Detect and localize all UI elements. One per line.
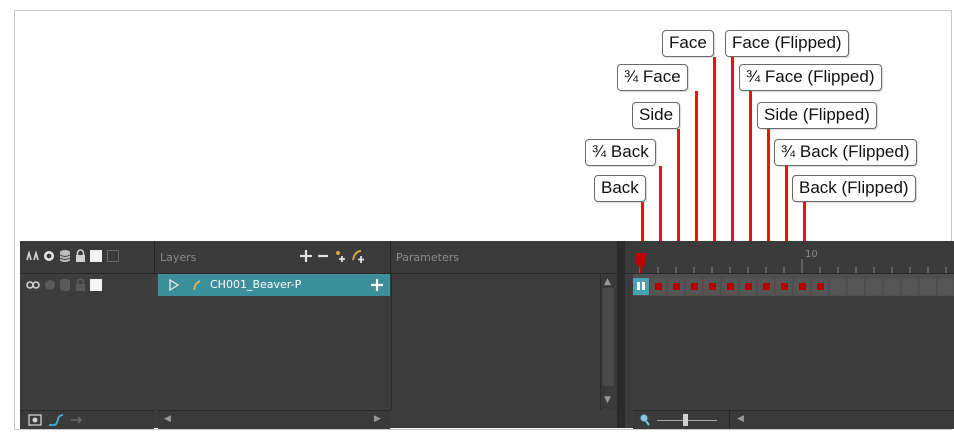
keyframe-2 <box>655 283 662 290</box>
timeline-header: Layers Parameters 10 <box>20 241 954 428</box>
timeline-view: Layers Parameters 10 CH001_Beaver-P ▲ ▼ … <box>20 241 954 429</box>
function-curve-icon[interactable] <box>48 413 64 427</box>
frame-cell-2[interactable] <box>650 278 667 295</box>
frame-cell-3[interactable] <box>668 278 685 295</box>
parameters-column <box>391 274 599 410</box>
frame-cell-10[interactable] <box>794 278 811 295</box>
animate-mode-icon[interactable] <box>26 251 40 261</box>
callout-three-quarter-face: ¾ Face <box>617 64 688 91</box>
add-group-icon[interactable] <box>351 248 367 264</box>
lock-all-icon[interactable] <box>75 249 86 263</box>
frame-cell-16[interactable] <box>902 278 919 295</box>
keyframe-5 <box>709 283 716 290</box>
thumbnail-toggle-icon[interactable] <box>107 250 119 262</box>
callout-three-quarter-face-flipped: ¾ Face (Flipped) <box>739 64 882 91</box>
layer-lock-icon[interactable] <box>75 278 86 292</box>
zoom-slider-thumb[interactable] <box>683 414 688 426</box>
frame-cell-9[interactable] <box>776 278 793 295</box>
frame-cell-14[interactable] <box>866 278 883 295</box>
frame-cell-1[interactable] <box>633 278 650 295</box>
frame-cell-17[interactable] <box>920 278 937 295</box>
camera-view-icon[interactable] <box>28 414 42 426</box>
keyframe-6 <box>727 283 734 290</box>
show-layer-icon[interactable] <box>44 279 56 291</box>
frame-1-marker-2 <box>642 282 645 290</box>
callout-face: Face <box>662 30 714 57</box>
scroll-up-arrow[interactable]: ▲ <box>604 277 611 287</box>
panel-splitter[interactable] <box>617 241 625 428</box>
layer-row-selected[interactable]: CH001_Beaver-P <box>158 274 390 296</box>
layer-database-icon[interactable] <box>59 278 71 292</box>
keyframe-3 <box>673 283 680 290</box>
scroll-right-arrow[interactable]: ▶ <box>374 414 381 424</box>
callout-side: Side <box>632 102 681 129</box>
peg-layer-icon <box>193 280 201 291</box>
layer-color-swatch[interactable] <box>90 279 102 291</box>
arrow-right-icon[interactable] <box>70 415 84 425</box>
scroll-left-arrow[interactable]: ◀ <box>164 414 171 424</box>
add-child-layer-icon[interactable] <box>370 278 384 292</box>
bottom-divider <box>729 411 730 429</box>
layers-bottom-bar <box>20 410 154 429</box>
frame-cell-4[interactable] <box>686 278 703 295</box>
callout-back-flipped: Back (Flipped) <box>792 175 916 202</box>
callout-face-flipped: Face (Flipped) <box>725 30 849 57</box>
database-icon[interactable] <box>59 249 71 263</box>
keyframe-9 <box>781 283 788 290</box>
expand-arrow-icon[interactable] <box>169 279 179 291</box>
layers-label: Layers <box>160 251 197 264</box>
keyframe-11 <box>817 283 824 290</box>
frame-cell-15[interactable] <box>884 278 901 295</box>
show-all-icon[interactable] <box>43 250 55 262</box>
parameters-label: Parameters <box>396 251 459 264</box>
keyframe-7 <box>745 283 752 290</box>
layer-row-toggles[interactable] <box>20 274 154 296</box>
timeline-ruler[interactable]: 10 <box>632 249 954 273</box>
keyframe-4 <box>691 283 698 290</box>
header-divider-1 <box>154 241 155 273</box>
frame-cell-11[interactable] <box>812 278 829 295</box>
color-swatch-icon[interactable] <box>90 250 102 262</box>
zoom-icon[interactable] <box>639 413 651 427</box>
layer-name: CH001_Beaver-P <box>210 278 302 291</box>
scroll-down-arrow[interactable]: ▼ <box>604 395 611 405</box>
frame-cell-18[interactable] <box>938 278 954 295</box>
frame-cell-7[interactable] <box>740 278 757 295</box>
remove-layer-icon[interactable] <box>317 249 329 263</box>
callout-back: Back <box>594 175 646 202</box>
frame-cell-5[interactable] <box>704 278 721 295</box>
vertical-scrollbar[interactable]: ▲ ▼ <box>600 274 617 410</box>
frame-cell-12[interactable] <box>830 278 847 295</box>
callout-three-quarter-back-flipped: ¾ Back (Flipped) <box>774 139 917 166</box>
frame-cell-6[interactable] <box>722 278 739 295</box>
frame-1-marker <box>637 282 640 290</box>
callout-side-flipped: Side (Flipped) <box>757 102 877 129</box>
callout-three-quarter-back: ¾ Back <box>585 139 656 166</box>
timeline-bottom-bar: ◀ <box>633 410 954 429</box>
horizontal-scrollbar-left[interactable]: ◀ ▶ <box>158 410 390 429</box>
animate-toggle-icon[interactable] <box>26 280 40 290</box>
frame-marker-label: 10 <box>805 249 818 260</box>
add-peg-icon[interactable] <box>334 249 348 263</box>
frame-cell-13[interactable] <box>848 278 865 295</box>
playhead-icon[interactable] <box>635 251 647 273</box>
frame-cell-8[interactable] <box>758 278 775 295</box>
vertical-scroll-thumb[interactable] <box>603 288 614 386</box>
timeline-scroll-left-arrow[interactable]: ◀ <box>737 414 744 424</box>
keyframe-8 <box>763 283 770 290</box>
keyframe-10 <box>799 283 806 290</box>
add-layer-icon[interactable] <box>299 249 313 263</box>
header-divider-2 <box>390 241 391 273</box>
